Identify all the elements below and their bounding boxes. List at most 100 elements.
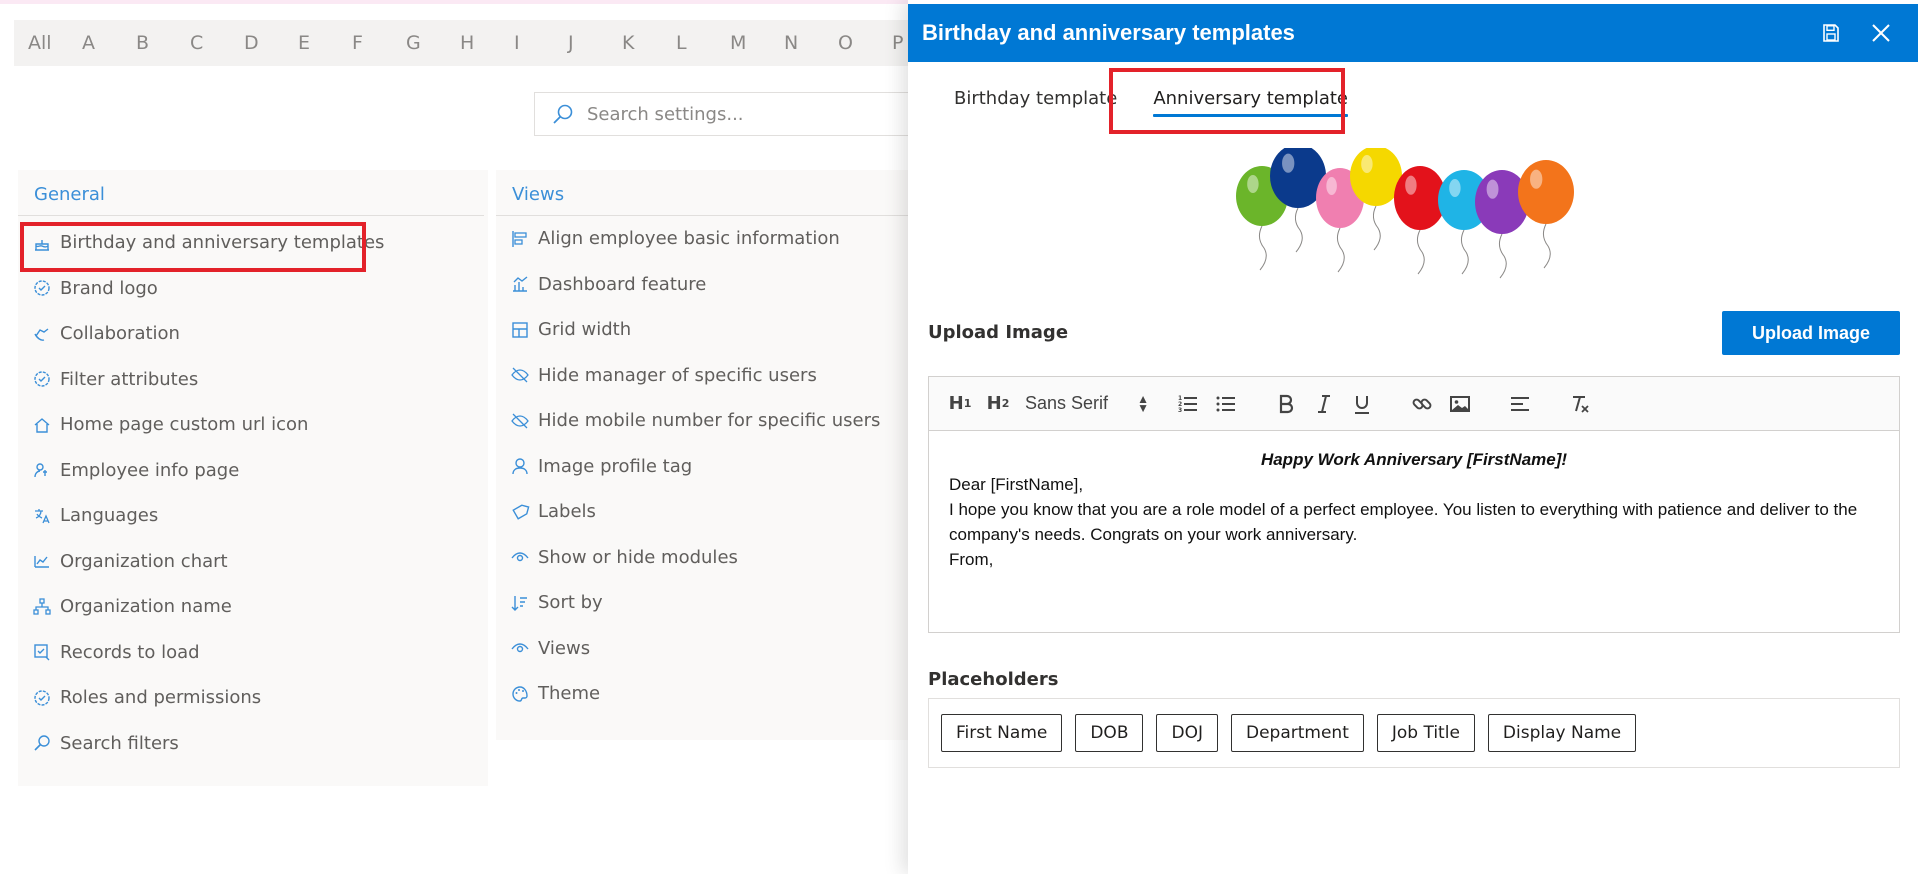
settings-item[interactable]: Filter attributes — [18, 357, 488, 403]
languages-icon — [32, 506, 52, 526]
settings-item[interactable]: Image profile tag — [496, 444, 916, 490]
upload-image-button[interactable]: Upload Image — [1722, 311, 1900, 355]
alphabet-letter[interactable]: E — [298, 32, 352, 54]
rich-text-editor: H1 H2 Sans Serif ▲ ▼ 123 Happy Work Annive… — [928, 376, 1900, 633]
alphabet-letter[interactable]: C — [190, 32, 244, 54]
alphabet-filter-bar: All A B C D E F G H I J K L M N O P — [14, 20, 954, 66]
eye-icon — [510, 547, 530, 567]
home-icon — [32, 415, 52, 435]
person-icon — [510, 456, 530, 476]
alphabet-letter[interactable]: A — [82, 32, 136, 54]
settings-item[interactable]: Roles and permissions — [18, 675, 488, 721]
settings-item-label: Employee info page — [60, 459, 240, 481]
close-icon — [1872, 24, 1890, 42]
settings-item[interactable]: Sort by — [496, 580, 916, 626]
placeholder-chip[interactable]: DOJ — [1156, 714, 1218, 752]
underline-button[interactable] — [1347, 389, 1377, 419]
settings-item[interactable]: Organization chart — [18, 539, 488, 585]
heading-1-button[interactable]: H1 — [945, 389, 975, 419]
settings-item-label: Records to load — [60, 641, 200, 663]
alphabet-letter[interactable]: All — [28, 32, 82, 54]
insert-image-button[interactable] — [1445, 389, 1475, 419]
bullet-list-button[interactable] — [1211, 389, 1241, 419]
tab-label: Birthday template — [954, 88, 1118, 109]
views-heading: Views — [496, 170, 912, 216]
balloons-image — [1236, 148, 1574, 279]
image-icon — [1450, 395, 1470, 412]
placeholders-label: Placeholders — [928, 669, 1059, 690]
save-icon — [1823, 24, 1839, 42]
settings-item[interactable]: Hide mobile number for specific users — [496, 398, 916, 444]
clear-formatting-button[interactable] — [1565, 389, 1595, 419]
placeholder-chip[interactable]: First Name — [941, 714, 1063, 752]
settings-item-label: Filter attributes — [60, 368, 199, 390]
settings-item[interactable]: Home page custom url icon — [18, 402, 488, 448]
alphabet-letter[interactable]: K — [622, 32, 676, 54]
alphabet-letter[interactable]: L — [676, 32, 730, 54]
balloon — [1518, 160, 1574, 269]
settings-item[interactable]: Labels — [496, 489, 916, 535]
settings-item-label: Home page custom url icon — [60, 414, 309, 436]
settings-item[interactable]: Records to load — [18, 630, 488, 676]
settings-item[interactable]: Dashboard feature — [496, 262, 916, 308]
collaboration-icon — [32, 324, 52, 344]
alphabet-letter[interactable]: N — [784, 32, 838, 54]
settings-item[interactable]: Employee info page — [18, 448, 488, 494]
placeholder-chip[interactable]: Department — [1230, 714, 1364, 752]
badge-icon — [32, 278, 52, 298]
settings-item-label: Show or hide modules — [538, 546, 738, 568]
tab-birthday-template[interactable]: Birthday template — [944, 84, 1123, 120]
palette-icon — [510, 684, 530, 704]
placeholder-chip[interactable]: DOB — [1075, 714, 1144, 752]
settings-item[interactable]: Show or hide modules — [496, 535, 916, 581]
italic-button[interactable] — [1309, 389, 1339, 419]
org-chart-icon — [32, 551, 52, 571]
alphabet-letter[interactable]: D — [244, 32, 298, 54]
settings-item-label: Roles and permissions — [60, 687, 262, 709]
panel-header: Birthday and anniversary templates — [908, 4, 1918, 62]
panel-title: Birthday and anniversary templates — [922, 20, 1295, 45]
alphabet-letter[interactable]: I — [514, 32, 568, 54]
settings-item[interactable]: Collaboration — [18, 311, 488, 357]
settings-item[interactable]: Languages — [18, 493, 488, 539]
search-icon — [32, 733, 52, 753]
search-input[interactable] — [587, 103, 907, 125]
placeholder-chip[interactable]: Job Title — [1376, 714, 1475, 752]
close-button[interactable] — [1856, 4, 1906, 62]
settings-item[interactable]: Align employee basic information — [496, 216, 916, 262]
general-heading: General — [18, 170, 484, 216]
placeholder-chip[interactable]: Display Name — [1487, 714, 1637, 752]
alphabet-letter[interactable]: M — [730, 32, 784, 54]
heading-2-button[interactable]: H2 — [983, 389, 1013, 419]
editor-content[interactable]: Happy Work Anniversary [FirstName]! Dear… — [929, 431, 1899, 588]
settings-item[interactable]: Search filters — [18, 721, 488, 767]
settings-item[interactable]: Organization name — [18, 584, 488, 630]
settings-item[interactable]: Grid width — [496, 307, 916, 353]
settings-item[interactable]: Views — [496, 626, 916, 672]
sort-icon — [510, 593, 530, 613]
settings-item[interactable]: Hide manager of specific users — [496, 353, 916, 399]
settings-item[interactable]: Theme — [496, 671, 916, 717]
alphabet-letter[interactable]: H — [460, 32, 514, 54]
alphabet-letter[interactable]: F — [352, 32, 406, 54]
font-family-value: Sans Serif — [1025, 393, 1109, 413]
person-info-icon — [32, 460, 52, 480]
alphabet-letter[interactable]: B — [136, 32, 190, 54]
settings-item-label: Organization name — [60, 596, 232, 618]
settings-item-label: Labels — [538, 501, 596, 523]
template-heading: Happy Work Anniversary [FirstName]! — [1260, 450, 1568, 469]
link-button[interactable] — [1407, 389, 1437, 419]
svg-text:3: 3 — [1178, 407, 1182, 414]
settings-item[interactable]: Brand logo — [18, 266, 488, 312]
alphabet-letter[interactable]: J — [568, 32, 622, 54]
align-button[interactable] — [1505, 389, 1535, 419]
search-settings-box[interactable] — [534, 92, 954, 136]
ordered-list-button[interactable]: 123 — [1173, 389, 1203, 419]
font-family-select[interactable]: Sans Serif ▲ ▼ — [1025, 389, 1149, 419]
save-button[interactable] — [1806, 4, 1856, 62]
settings-item-label: Search filters — [60, 732, 179, 754]
hide-icon — [510, 411, 530, 431]
alphabet-letter[interactable]: O — [838, 32, 892, 54]
bold-button[interactable] — [1271, 389, 1301, 419]
alphabet-letter[interactable]: G — [406, 32, 460, 54]
